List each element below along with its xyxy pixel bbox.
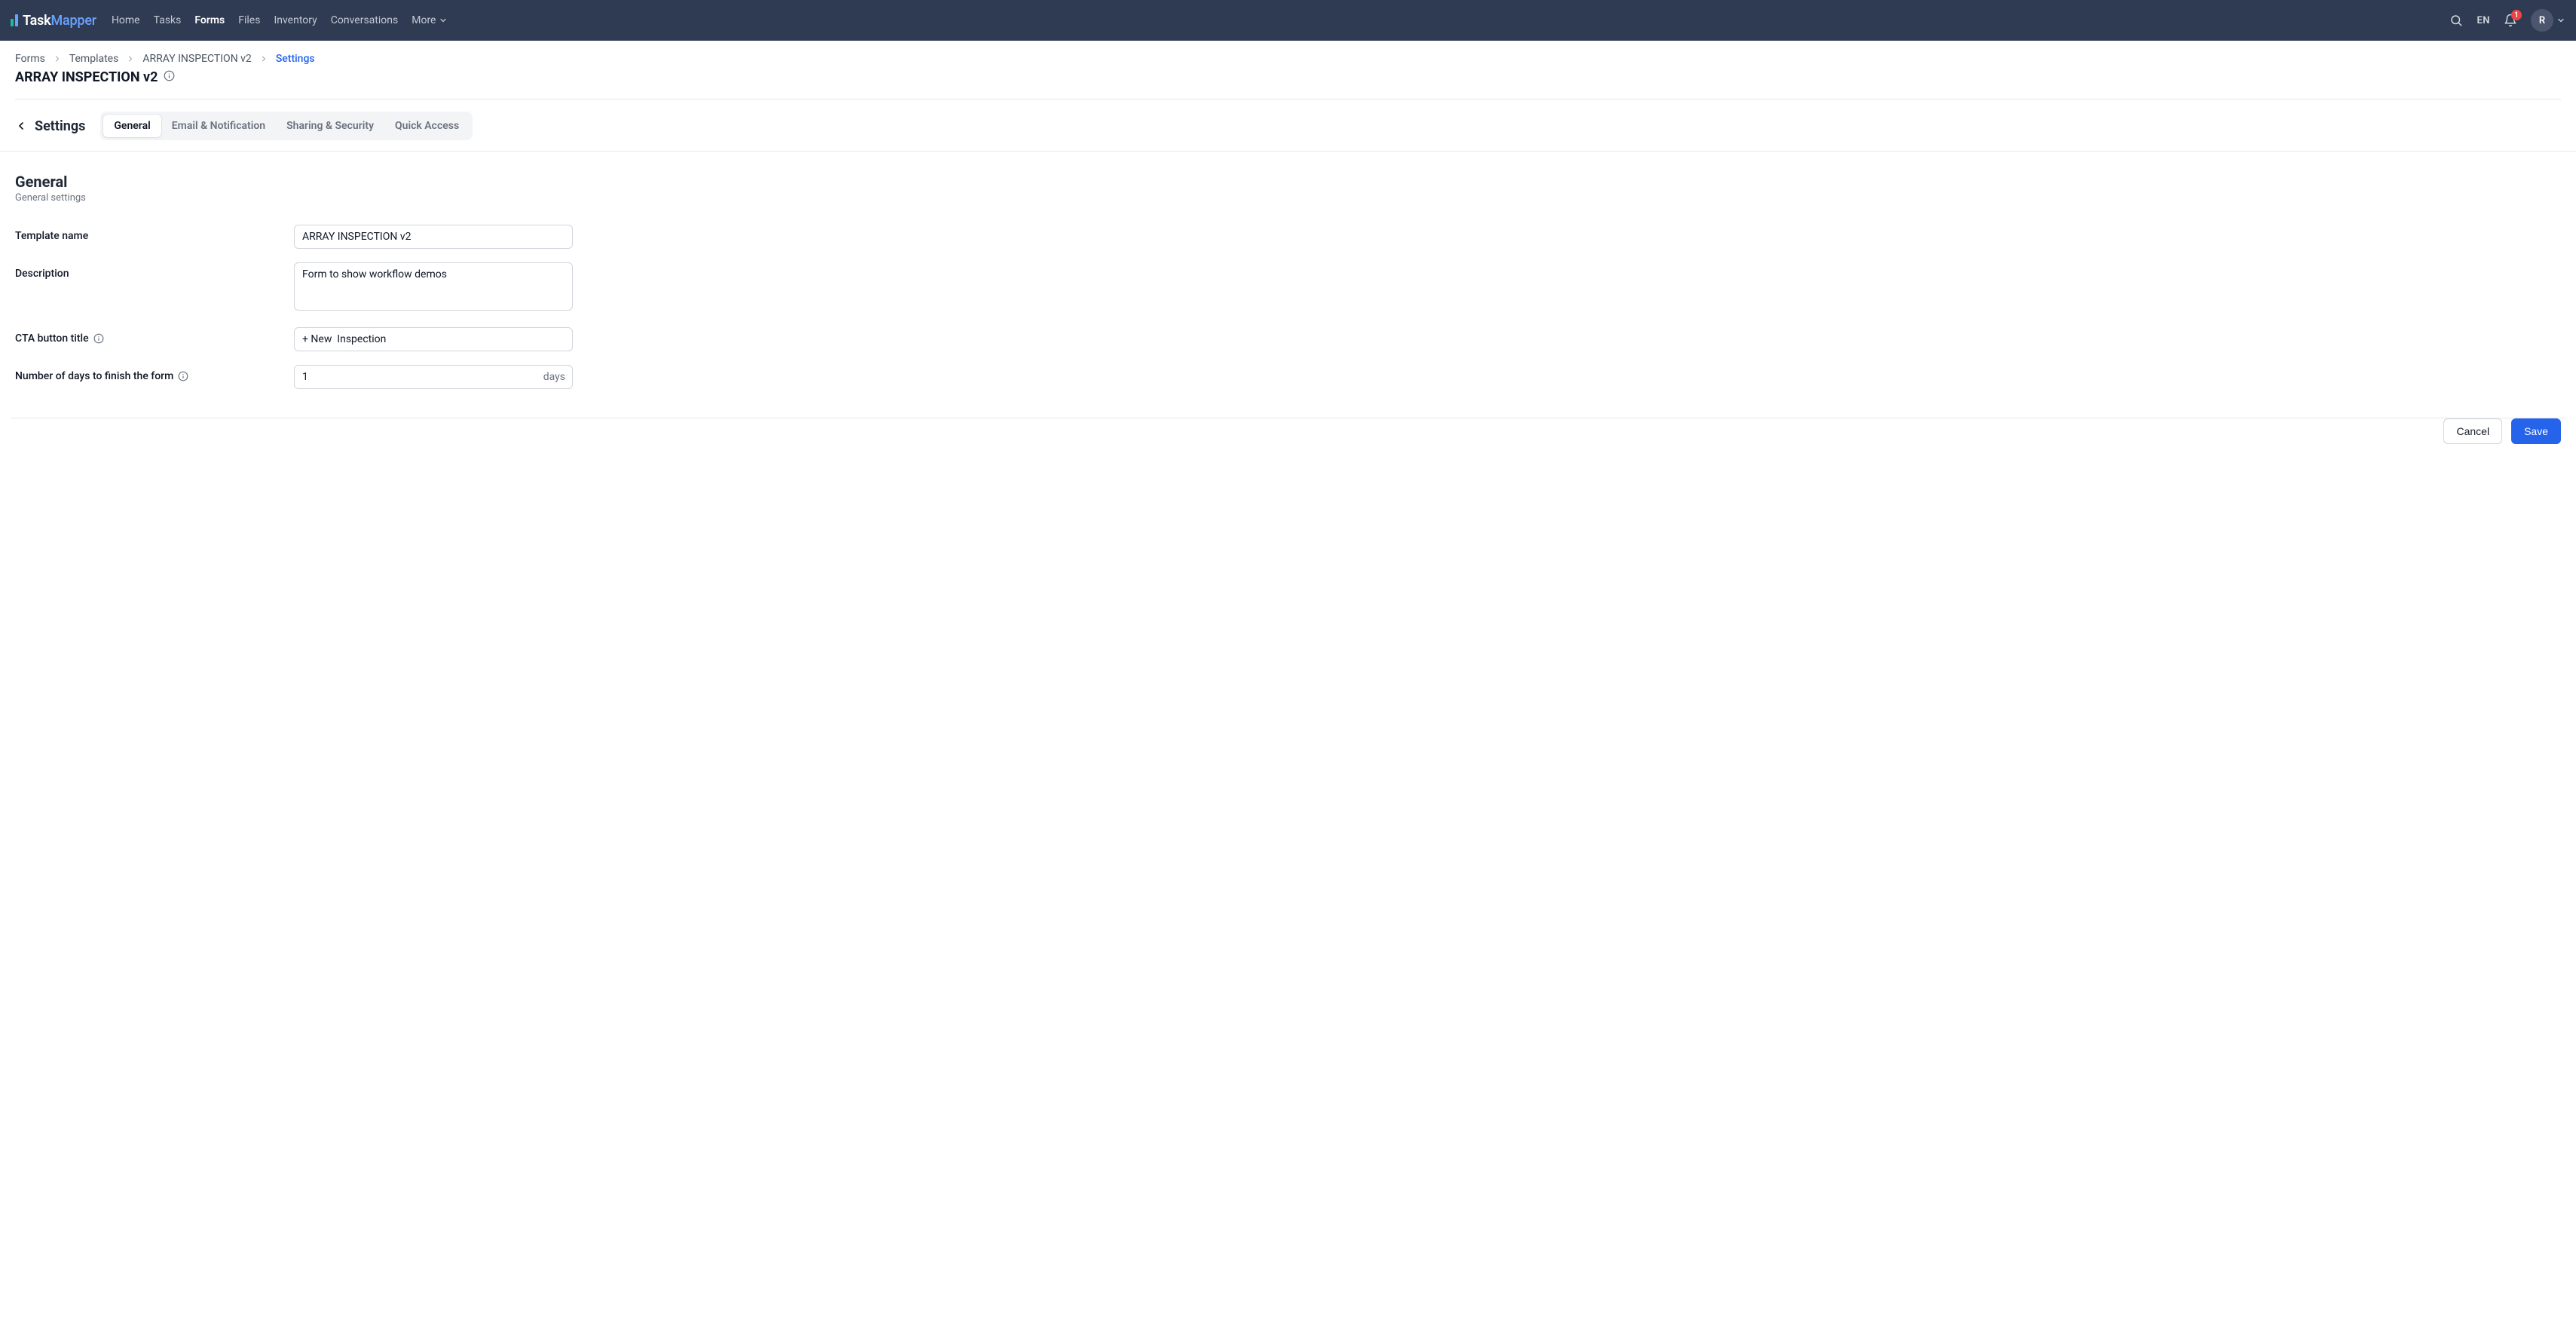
info-button[interactable]	[164, 70, 175, 84]
label-cta-button-title: CTA button title	[15, 327, 294, 345]
chevron-left-icon	[15, 120, 27, 132]
action-row: Cancel Save	[0, 418, 2576, 459]
search-button[interactable]	[2449, 14, 2463, 27]
settings-heading: Settings	[35, 118, 85, 134]
breadcrumb: Forms Templates ARRAY INSPECTION v2 Sett…	[15, 53, 2561, 65]
breadcrumb-forms[interactable]: Forms	[15, 53, 45, 65]
chevron-down-icon	[2556, 16, 2565, 25]
nav-tasks[interactable]: Tasks	[154, 14, 182, 26]
cancel-button[interactable]: Cancel	[2443, 418, 2502, 444]
logo-mark-icon	[11, 14, 18, 26]
tab-general[interactable]: General	[103, 115, 161, 137]
tab-email-notification[interactable]: Email & Notification	[161, 115, 276, 137]
avatar: R	[2531, 9, 2553, 32]
chevron-right-icon	[259, 54, 268, 63]
nav-conversations[interactable]: Conversations	[331, 14, 398, 26]
breadcrumb-settings[interactable]: Settings	[276, 53, 315, 65]
back-button[interactable]	[15, 120, 27, 132]
nav-home[interactable]: Home	[112, 14, 140, 26]
label-days-to-finish: Number of days to finish the form	[15, 365, 294, 382]
nav-inventory[interactable]: Inventory	[274, 14, 317, 26]
label-days-text: Number of days to finish the form	[15, 370, 173, 382]
template-name-input[interactable]	[294, 225, 573, 249]
row-description: Description	[15, 262, 2561, 314]
breadcrumb-template-name[interactable]: ARRAY INSPECTION v2	[142, 53, 251, 65]
section-title: General	[15, 173, 2561, 191]
page-title-row: ARRAY INSPECTION v2	[15, 69, 2561, 100]
user-menu[interactable]: R	[2531, 9, 2565, 32]
nav-forms[interactable]: Forms	[194, 14, 225, 26]
nav-items: Home Tasks Forms Files Inventory Convers…	[112, 14, 2450, 26]
search-icon	[2449, 14, 2463, 27]
settings-header-row: Settings General Email & Notification Sh…	[0, 100, 2576, 152]
page-title: ARRAY INSPECTION v2	[15, 69, 158, 85]
info-circle-icon[interactable]	[178, 371, 188, 381]
days-to-finish-input[interactable]	[294, 365, 573, 389]
logo-text: TaskMapper	[23, 13, 96, 29]
label-cta-text: CTA button title	[15, 332, 89, 345]
label-template-name: Template name	[15, 225, 294, 242]
settings-tabs: General Email & Notification Sharing & S…	[100, 112, 473, 140]
chevron-right-icon	[126, 54, 135, 63]
label-description: Description	[15, 262, 294, 280]
row-cta-button-title: CTA button title	[15, 327, 2561, 351]
chevron-down-icon	[439, 16, 448, 25]
cta-button-title-input[interactable]	[294, 327, 573, 351]
row-days-to-finish: Number of days to finish the form days	[15, 365, 2561, 389]
logo[interactable]: TaskMapper	[11, 13, 96, 29]
content: General General settings Template name D…	[0, 152, 2576, 418]
notifications-button[interactable]: 1	[2504, 14, 2517, 27]
nav-more-label: More	[411, 14, 436, 26]
description-input[interactable]	[294, 262, 573, 311]
top-nav: TaskMapper Home Tasks Forms Files Invent…	[0, 0, 2576, 41]
breadcrumb-templates[interactable]: Templates	[69, 53, 119, 65]
page-header: Forms Templates ARRAY INSPECTION v2 Sett…	[0, 41, 2576, 100]
chevron-right-icon	[53, 54, 62, 63]
info-circle-icon	[164, 70, 175, 81]
notification-count-badge: 1	[2511, 10, 2522, 20]
tab-sharing-security[interactable]: Sharing & Security	[276, 115, 384, 137]
nav-right: EN 1 R	[2449, 9, 2565, 32]
info-circle-icon[interactable]	[93, 333, 104, 344]
row-template-name: Template name	[15, 225, 2561, 249]
language-toggle[interactable]: EN	[2477, 15, 2490, 26]
save-button[interactable]: Save	[2511, 418, 2561, 444]
nav-more[interactable]: More	[411, 14, 448, 26]
tab-quick-access[interactable]: Quick Access	[384, 115, 470, 137]
section-subtitle: General settings	[15, 192, 2561, 204]
nav-files[interactable]: Files	[238, 14, 260, 26]
